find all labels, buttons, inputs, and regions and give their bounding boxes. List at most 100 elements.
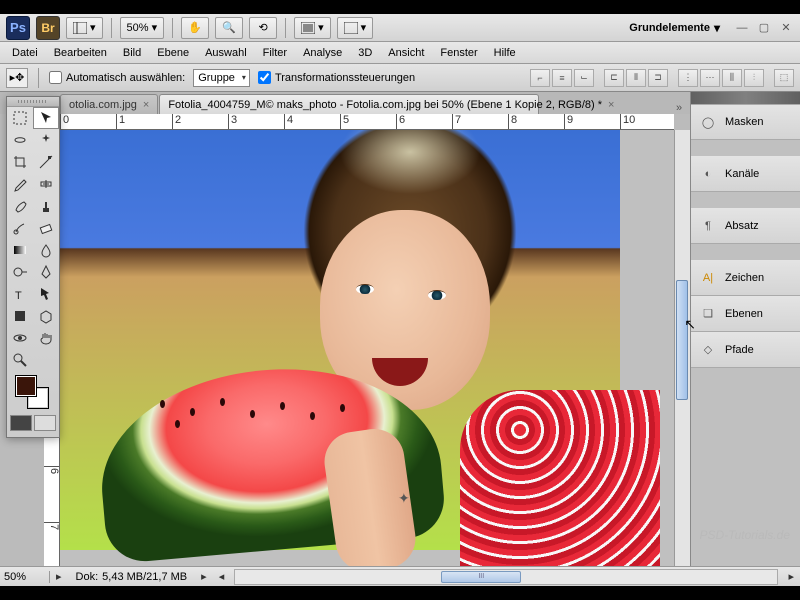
- align-top-icon[interactable]: ⌐: [530, 69, 550, 87]
- status-zoom[interactable]: 50%: [0, 571, 50, 583]
- 3d-tool[interactable]: [33, 305, 59, 327]
- close-icon[interactable]: ×: [608, 99, 614, 111]
- menu-fenster[interactable]: Fenster: [432, 44, 485, 62]
- menu-3d[interactable]: 3D: [350, 44, 380, 62]
- document-tab-active[interactable]: Fotolia_4004759_M© maks_photo - Fotolia.…: [159, 94, 539, 114]
- zoom-tool-shortcut[interactable]: 🔍: [215, 17, 243, 39]
- hand-tool-shortcut[interactable]: ✋: [181, 17, 209, 39]
- panel-absatz[interactable]: ¶Absatz: [691, 208, 800, 244]
- distribute-4-icon[interactable]: ⫶: [744, 69, 764, 87]
- auto-select-checkbox[interactable]: Automatisch auswählen:: [49, 71, 185, 84]
- image-content: [460, 390, 660, 566]
- rotate-view-shortcut[interactable]: ⟲: [249, 17, 277, 39]
- panel-ebenen[interactable]: ❏Ebenen: [691, 296, 800, 332]
- stamp-tool[interactable]: [33, 195, 59, 217]
- dodge-tool[interactable]: [7, 261, 33, 283]
- toolbox-grip[interactable]: [7, 97, 59, 107]
- document-tab[interactable]: otolia.com.jpg×: [60, 94, 158, 114]
- slice-tool[interactable]: [33, 151, 59, 173]
- align-hcenter-icon[interactable]: ⫴: [626, 69, 646, 87]
- path-select-tool[interactable]: [33, 283, 59, 305]
- panel-kanaele[interactable]: ◐Kanäle: [691, 156, 800, 192]
- ruler-mark: 3: [228, 114, 237, 130]
- panel-masken[interactable]: ◯Masken: [691, 104, 800, 140]
- scrollbar-thumb[interactable]: [676, 280, 688, 400]
- screen-mode-button[interactable]: ▾: [337, 17, 374, 39]
- layout-button[interactable]: ▾: [66, 17, 103, 39]
- distribute-1-icon[interactable]: ⋮: [678, 69, 698, 87]
- menu-auswahl[interactable]: Auswahl: [197, 44, 255, 62]
- bridge-icon[interactable]: Br: [36, 16, 60, 40]
- panel-label: Masken: [725, 116, 764, 128]
- top-toolbar: Ps Br ▾ 50% ▾ ✋ 🔍 ⟲ ▾ ▾ Grundelemente ▾ …: [0, 14, 800, 42]
- panel-zeichen[interactable]: A|Zeichen: [691, 260, 800, 296]
- eyedropper-tool[interactable]: [7, 173, 33, 195]
- status-menu-arrow[interactable]: ▸: [50, 570, 68, 583]
- current-tool-icon[interactable]: ▸✥: [6, 68, 28, 88]
- ruler-mark: 7: [44, 522, 60, 530]
- standard-mode[interactable]: [10, 415, 32, 431]
- center-marker-icon: ✦: [398, 490, 410, 507]
- canvas-viewport[interactable]: ✦: [60, 130, 690, 566]
- image-content: [428, 290, 446, 300]
- ruler-horizontal[interactable]: 0 1 2 3 4 5 6 7 8 9 10: [60, 114, 674, 130]
- move-tool[interactable]: [33, 107, 59, 129]
- type-tool[interactable]: T: [7, 283, 33, 305]
- distribute-2-icon[interactable]: ⋯: [700, 69, 720, 87]
- close-icon[interactable]: ×: [143, 99, 149, 111]
- scroll-right-arrow[interactable]: ▸: [782, 570, 800, 583]
- doc-size-value: 5,43 MB/21,7 MB: [102, 571, 187, 583]
- wand-tool[interactable]: [33, 129, 59, 151]
- workspace-switcher[interactable]: Grundelemente ▾: [621, 21, 728, 35]
- color-swatches[interactable]: [7, 371, 59, 413]
- eraser-tool[interactable]: [33, 217, 59, 239]
- shape-tool[interactable]: [7, 305, 33, 327]
- minimize-button[interactable]: —: [734, 21, 750, 35]
- align-right-icon[interactable]: ⊐: [648, 69, 668, 87]
- brush-tool[interactable]: [7, 195, 33, 217]
- close-button[interactable]: ✕: [778, 21, 794, 35]
- transform-controls-checkbox[interactable]: Transformationssteuerungen: [258, 71, 415, 84]
- panel-dock-grip[interactable]: [691, 92, 800, 104]
- heal-tool[interactable]: [33, 173, 59, 195]
- auto-align-icon[interactable]: ⬚: [774, 69, 794, 87]
- menu-bild[interactable]: Bild: [115, 44, 149, 62]
- lasso-tool[interactable]: [7, 129, 33, 151]
- history-brush-tool[interactable]: [7, 217, 33, 239]
- status-info-arrow[interactable]: ▸: [195, 570, 213, 583]
- marquee-tool[interactable]: [7, 107, 33, 129]
- arrange-button[interactable]: ▾: [294, 17, 331, 39]
- quickmask-mode[interactable]: [34, 415, 56, 431]
- auto-select-type[interactable]: Gruppe: [193, 69, 250, 87]
- zoom-tool[interactable]: [7, 349, 33, 371]
- menu-hilfe[interactable]: Hilfe: [486, 44, 524, 62]
- align-bottom-icon[interactable]: ⌙: [574, 69, 594, 87]
- menu-analyse[interactable]: Analyse: [295, 44, 350, 62]
- hand-tool[interactable]: [33, 327, 59, 349]
- menu-filter[interactable]: Filter: [255, 44, 295, 62]
- align-vcenter-icon[interactable]: ≡: [552, 69, 572, 87]
- panel-pfade[interactable]: ◇Pfade: [691, 332, 800, 368]
- align-left-icon[interactable]: ⊏: [604, 69, 624, 87]
- ruler-mark: 8: [508, 114, 517, 130]
- canvas-image: [60, 130, 620, 550]
- zoom-select[interactable]: 50% ▾: [120, 17, 165, 39]
- horizontal-scrollbar[interactable]: III: [234, 569, 778, 585]
- scroll-left-arrow[interactable]: ◂: [213, 570, 231, 583]
- vertical-scrollbar[interactable]: [674, 130, 690, 566]
- foreground-color[interactable]: [15, 375, 37, 397]
- crop-tool[interactable]: [7, 151, 33, 173]
- gradient-tool[interactable]: [7, 239, 33, 261]
- workspace-label: Grundelemente: [629, 22, 710, 34]
- pen-tool[interactable]: [33, 261, 59, 283]
- 3d-camera-tool[interactable]: [7, 327, 33, 349]
- blur-tool[interactable]: [33, 239, 59, 261]
- maximize-button[interactable]: ▢: [756, 21, 772, 35]
- menu-ebene[interactable]: Ebene: [149, 44, 197, 62]
- menu-ansicht[interactable]: Ansicht: [380, 44, 432, 62]
- tabs-scroll-right[interactable]: »: [672, 102, 686, 114]
- distribute-3-icon[interactable]: ⫼: [722, 69, 742, 87]
- menu-datei[interactable]: Datei: [4, 44, 46, 62]
- scrollbar-thumb[interactable]: III: [441, 571, 521, 583]
- menu-bearbeiten[interactable]: Bearbeiten: [46, 44, 115, 62]
